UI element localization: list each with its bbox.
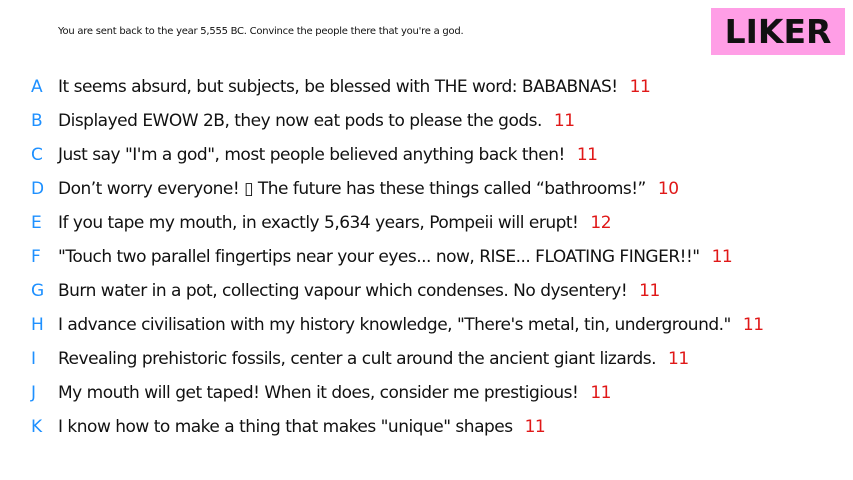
entry-letter: F: [31, 247, 41, 267]
entry-score: 11: [553, 111, 575, 131]
entry-score: 11: [711, 247, 733, 267]
entry-content: Burn water in a pot, collecting vapour w…: [58, 277, 660, 305]
entry-score: 11: [524, 417, 546, 437]
entry-letter: B: [31, 111, 43, 131]
entry-text: Don’t worry everyone! ▯ The future has t…: [58, 179, 646, 199]
entry-score: 11: [576, 145, 598, 165]
entry-text: I advance civilisation with my history k…: [58, 315, 731, 335]
entry-letter: D: [31, 179, 44, 199]
entry-letter: A: [31, 77, 43, 97]
prompt-text: You are sent back to the year 5,555 BC. …: [58, 26, 464, 37]
entry-letter: K: [31, 417, 42, 437]
entry-text: Displayed EWOW 2B, they now eat pods to …: [58, 111, 542, 131]
entry-content: Revealing prehistoric fossils, center a …: [58, 345, 689, 373]
entry-score: 11: [668, 349, 689, 369]
entry-text: If you tape my mouth, in exactly 5,634 y…: [58, 213, 579, 233]
entry-content: I advance civilisation with my history k…: [58, 311, 764, 339]
entry-content: I know how to make a thing that makes "u…: [58, 413, 546, 441]
liker-badge-label: LIKER: [724, 12, 832, 51]
entry-letter: G: [31, 281, 44, 301]
entry-content: Displayed EWOW 2B, they now eat pods to …: [58, 107, 575, 135]
entry-score: 12: [590, 213, 612, 233]
entry-score: 11: [590, 383, 611, 403]
entry-row: C Just say "I'm a god", most people beli…: [0, 141, 853, 169]
entry-row: F "Touch two parallel fingertips near yo…: [0, 243, 853, 271]
entry-letter: H: [31, 315, 44, 335]
entry-content: My mouth will get taped! When it does, c…: [58, 379, 611, 407]
entry-text: Burn water in a pot, collecting vapour w…: [58, 281, 628, 301]
entry-row: I Revealing prehistoric fossils, center …: [0, 345, 853, 373]
entry-content: If you tape my mouth, in exactly 5,634 y…: [58, 209, 612, 237]
entry-row: A It seems absurd, but subjects, be bles…: [0, 73, 853, 101]
entry-letter: J: [31, 383, 36, 403]
entry-row: K I know how to make a thing that makes …: [0, 413, 853, 441]
entry-text: Revealing prehistoric fossils, center a …: [58, 349, 657, 369]
entry-text: I know how to make a thing that makes "u…: [58, 417, 513, 437]
entry-row: G Burn water in a pot, collecting vapour…: [0, 277, 853, 305]
entry-content: Just say "I'm a god", most people believ…: [58, 141, 598, 169]
entry-content: "Touch two parallel fingertips near your…: [58, 243, 733, 271]
liker-badge: LIKER: [711, 8, 845, 55]
entry-letter: I: [31, 349, 36, 369]
entry-row: D Don’t worry everyone! ▯ The future has…: [0, 175, 853, 203]
entry-score: 11: [639, 281, 660, 301]
entry-content: It seems absurd, but subjects, be blesse…: [58, 73, 651, 101]
entry-letter: E: [31, 213, 42, 233]
entry-text: "Touch two parallel fingertips near your…: [58, 247, 700, 267]
entry-letter: C: [31, 145, 43, 165]
entry-row: B Displayed EWOW 2B, they now eat pods t…: [0, 107, 853, 135]
entry-content: Don’t worry everyone! ▯ The future has t…: [58, 175, 679, 203]
entry-row: H I advance civilisation with my history…: [0, 311, 853, 339]
entry-text: Just say "I'm a god", most people believ…: [58, 145, 565, 165]
entry-row: E If you tape my mouth, in exactly 5,634…: [0, 209, 853, 237]
entry-text: It seems absurd, but subjects, be blesse…: [58, 77, 618, 97]
entry-score: 11: [742, 315, 764, 335]
entry-text: My mouth will get taped! When it does, c…: [58, 383, 579, 403]
entry-score: 11: [629, 77, 651, 97]
entry-score: 10: [657, 179, 679, 199]
entry-row: J My mouth will get taped! When it does,…: [0, 379, 853, 407]
